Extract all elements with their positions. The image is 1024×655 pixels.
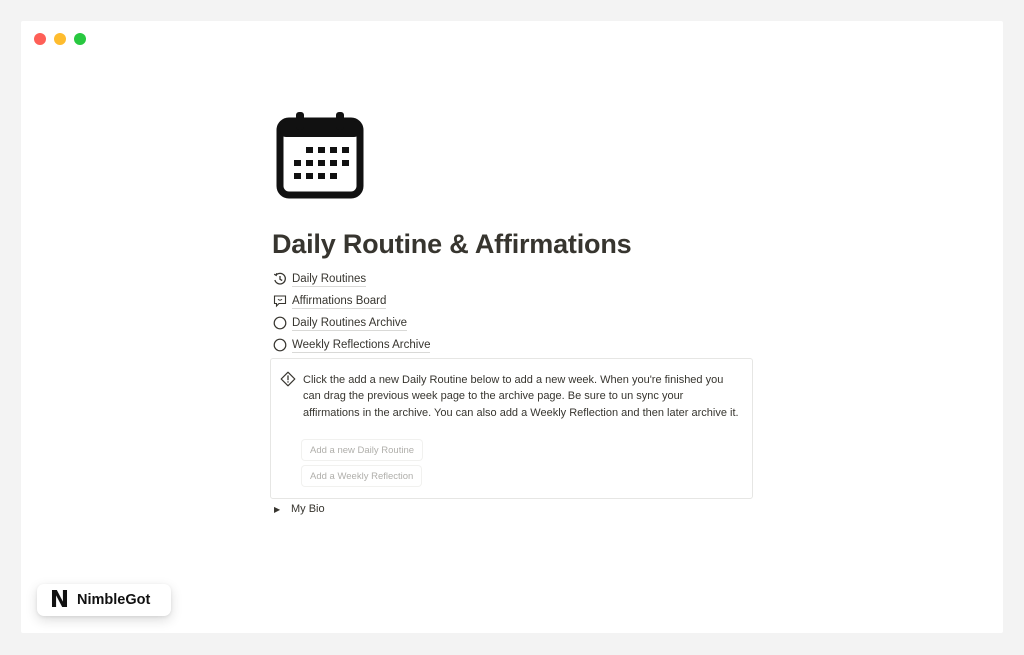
link-label: Daily Routines — [292, 272, 367, 287]
brand-name: NimbleGot — [77, 592, 151, 608]
brand-logo: N — [49, 587, 69, 613]
link-label: Daily Routines Archive — [292, 316, 408, 331]
link-affirmations-board[interactable]: Affirmations Board — [272, 290, 752, 312]
my-bio-toggle[interactable]: ▶ My Bio — [274, 503, 325, 515]
link-daily-routines-archive[interactable]: Daily Routines Archive — [272, 312, 752, 334]
calendar-icon[interactable] — [276, 111, 364, 201]
close-window-button[interactable] — [34, 33, 46, 45]
speech-bubble-icon — [272, 294, 287, 309]
window-controls — [34, 33, 86, 45]
maximize-window-button[interactable] — [74, 33, 86, 45]
empty-circle-icon — [272, 338, 287, 353]
page-links: Daily Routines Affirmations Board Daily … — [272, 268, 752, 356]
triangle-right-icon: ▶ — [274, 504, 281, 514]
minimize-window-button[interactable] — [54, 33, 66, 45]
brand-badge: N NimbleGot — [37, 584, 171, 616]
link-label: Affirmations Board — [292, 294, 387, 309]
add-daily-routine-button[interactable]: Add a new Daily Routine — [302, 440, 422, 460]
link-weekly-reflections-archive[interactable]: Weekly Reflections Archive — [272, 334, 752, 356]
page-title: Daily Routine & Affirmations — [272, 229, 632, 259]
history-icon — [272, 272, 287, 287]
link-daily-routines[interactable]: Daily Routines — [272, 268, 752, 290]
instructions-callout: Click the add a new Daily Routine below … — [270, 358, 753, 499]
empty-circle-icon — [272, 316, 287, 331]
callout-text: Click the add a new Daily Routine below … — [303, 374, 739, 419]
add-weekly-reflection-button[interactable]: Add a Weekly Reflection — [302, 466, 421, 486]
warning-diamond-icon — [280, 371, 296, 387]
toggle-label: My Bio — [291, 503, 325, 515]
link-label: Weekly Reflections Archive — [292, 338, 431, 353]
